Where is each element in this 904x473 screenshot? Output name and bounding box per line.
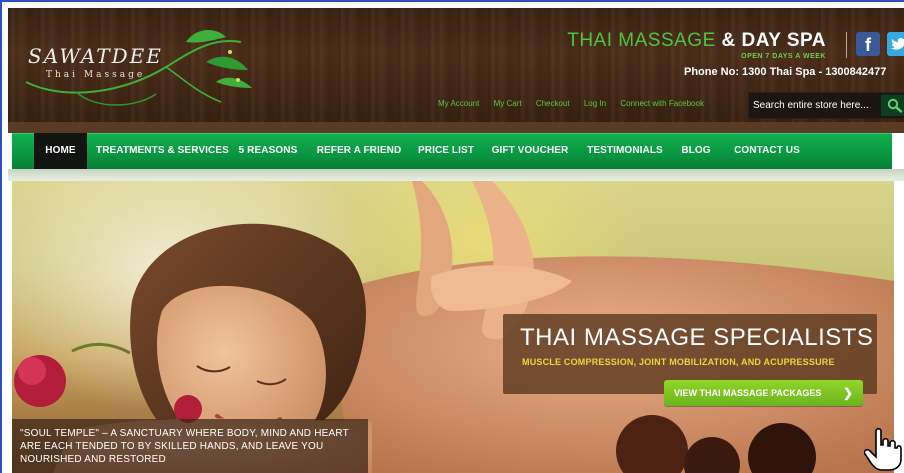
hand-pointer-icon (864, 427, 902, 471)
site-header: SAWATDEE Thai Massage THAI MASSAGE & DAY… (8, 8, 904, 122)
nav-item-5-reasons[interactable]: 5 REASONS (236, 133, 300, 169)
hero-subtitle: MUSCLE COMPRESSION, JOINT MOBILIZATION, … (522, 357, 835, 367)
view-packages-label: VIEW THAI MASSAGE PACKAGES (674, 388, 822, 398)
header-bottom-band (8, 122, 904, 133)
nav-item-home[interactable]: HOME (34, 133, 87, 169)
facebook-icon[interactable]: f (856, 32, 880, 56)
open-days-label: OPEN 7 DAYS A WEEK (741, 53, 826, 60)
site-logo[interactable]: SAWATDEE Thai Massage (16, 22, 256, 112)
header-divider (846, 32, 847, 58)
search-input[interactable] (753, 96, 881, 114)
spa-title-white: & DAY SPA (721, 30, 826, 51)
account-links: My Account My Cart Checkout Log In Conne… (438, 99, 716, 108)
hero-title: THAI MASSAGE SPECIALISTS (520, 324, 874, 351)
logo-tagline: Thai Massage (46, 70, 146, 80)
browser-frame: SAWATDEE Thai Massage THAI MASSAGE & DAY… (0, 0, 904, 473)
twitter-icon[interactable] (887, 32, 904, 56)
nav-item-price-list[interactable]: PRICE LIST (415, 133, 477, 169)
search-icon (887, 98, 903, 113)
nav-item-blog[interactable]: BLOG (677, 133, 715, 169)
search-button[interactable] (881, 95, 904, 116)
login-link[interactable]: Log In (584, 99, 606, 108)
spa-title: THAI MASSAGE & DAY SPA (567, 30, 826, 52)
facebook-connect-link[interactable]: Connect with Facebook (620, 99, 704, 108)
phone-number: Phone No: 1300 Thai Spa - 1300842477 (684, 66, 887, 78)
hero-banner: "SOUL TEMPLE" – A SANCTUARY WHERE BODY, … (12, 181, 894, 473)
hero-quote: "SOUL TEMPLE" – A SANCTUARY WHERE BODY, … (20, 428, 349, 465)
nav-item-refer-a-friend[interactable]: REFER A FRIEND (314, 133, 404, 169)
chevron-right-icon: ❯ (842, 386, 853, 400)
view-packages-button[interactable]: VIEW THAI MASSAGE PACKAGES ❯ (664, 380, 863, 406)
my-cart-link[interactable]: My Cart (494, 99, 522, 108)
main-nav: HOME TREATMENTS & SERVICES 5 REASONS REF… (12, 133, 892, 169)
logo-wordmark: SAWATDEE (28, 44, 163, 68)
search-box (748, 92, 904, 119)
nav-shadow (8, 169, 904, 181)
checkout-link[interactable]: Checkout (536, 99, 570, 108)
spa-title-green: THAI MASSAGE (567, 30, 716, 51)
nav-item-treatments[interactable]: TREATMENTS & SERVICES (96, 133, 229, 169)
nav-item-contact-us[interactable]: CONTACT US (728, 133, 806, 169)
nav-item-testimonials[interactable]: TESTIMONIALS (584, 133, 666, 169)
nav-item-gift-voucher[interactable]: GIFT VOUCHER (488, 133, 572, 169)
my-account-link[interactable]: My Account (438, 99, 479, 108)
